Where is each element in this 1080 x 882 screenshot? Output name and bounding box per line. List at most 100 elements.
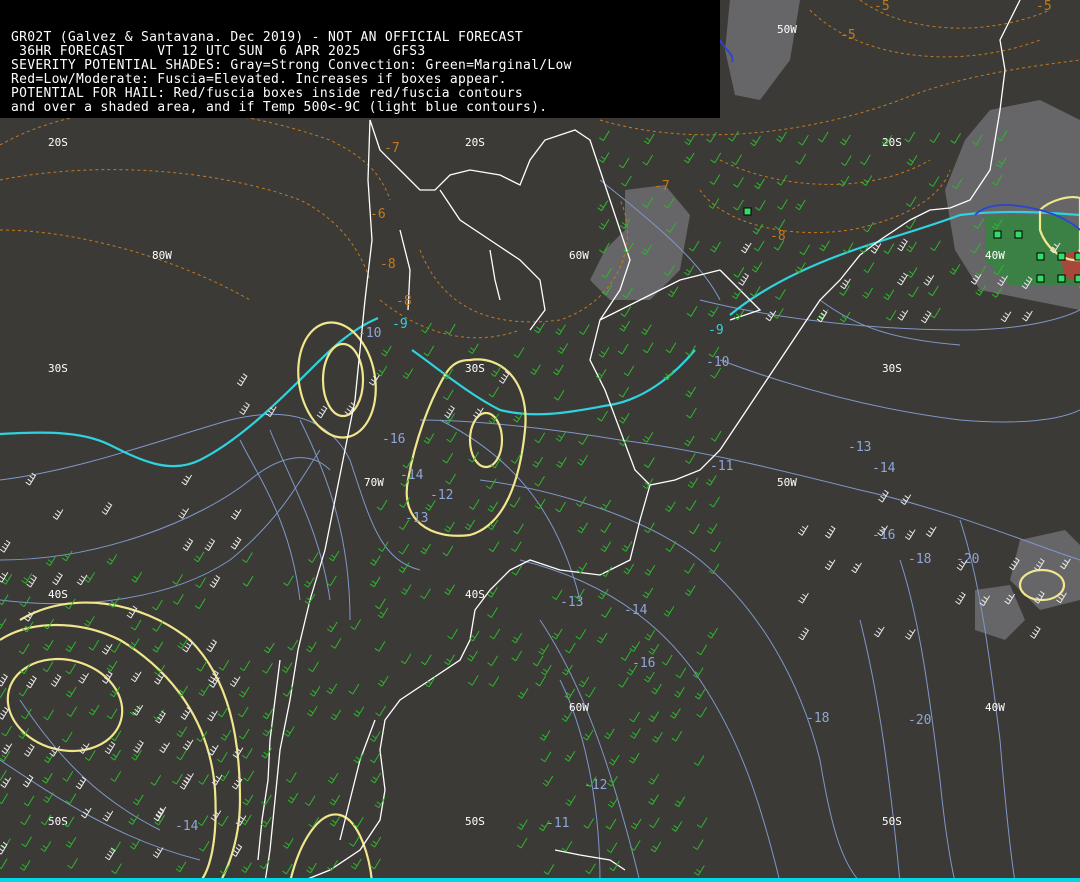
- orange-label: -5: [1036, 0, 1052, 14]
- wind-barb: [798, 592, 809, 604]
- wind-barb: [885, 309, 897, 321]
- wind-barb: [62, 771, 74, 782]
- wind-barb: [618, 677, 629, 688]
- wind-barb: [575, 628, 587, 640]
- wind-barb: [377, 607, 389, 619]
- wind-barb: [150, 775, 162, 786]
- wind-barb: [282, 863, 293, 875]
- wind-barb: [442, 452, 454, 464]
- wind-barb: [553, 389, 565, 401]
- wind-barb: [110, 771, 122, 782]
- temp-label: -18: [806, 711, 829, 726]
- wind-barb: [599, 130, 610, 142]
- wind-barb: [423, 345, 435, 357]
- wind-barb: [207, 744, 219, 756]
- wind-barb: [316, 405, 328, 419]
- wind-barb: [775, 289, 786, 300]
- wind-barb: [242, 575, 254, 587]
- wind-barb: [240, 814, 252, 826]
- temp-label: -14: [175, 819, 199, 834]
- wind-barb: [751, 261, 763, 273]
- wind-barb: [643, 457, 655, 468]
- wind-barb: [683, 152, 695, 164]
- wind-barb: [585, 863, 596, 874]
- wind-barb: [578, 434, 589, 445]
- grid-label: 50W: [777, 476, 797, 489]
- wind-barb: [489, 628, 501, 640]
- wind-barb: [237, 706, 249, 718]
- wind-barb: [182, 538, 194, 551]
- wind-barb: [693, 755, 705, 766]
- wind-barb: [565, 795, 576, 807]
- wind-barb: [838, 176, 850, 187]
- grid-label: 50S: [48, 815, 68, 828]
- wind-barb: [377, 675, 389, 687]
- wind-barb: [688, 523, 700, 535]
- cyan-label: -9: [392, 317, 408, 332]
- wind-barb: [629, 641, 641, 652]
- wind-barb: [923, 275, 935, 286]
- wind-barb: [511, 632, 523, 644]
- wind-barb: [577, 454, 588, 466]
- orange-label: -5: [840, 28, 856, 43]
- wind-barb: [402, 368, 414, 379]
- header-line: and over a shaded area, and if Temp 500<…: [11, 100, 548, 115]
- wind-barb: [950, 133, 962, 144]
- wind-barb: [106, 708, 118, 720]
- wind-barb: [618, 386, 630, 398]
- grid-labels: 20S 20S 20S80W 60W 40W30S 30S 30S70W 50W40S 40S6…: [48, 23, 1005, 828]
- wind-barb: [400, 584, 412, 595]
- wind-barb: [398, 543, 410, 555]
- wind-barb: [618, 412, 630, 424]
- wind-barb: [597, 200, 609, 212]
- wind-barb: [696, 706, 708, 718]
- wind-barb: [78, 672, 89, 684]
- wind-barb: [928, 176, 940, 187]
- header-line: SEVERITY POTENTIAL SHADES: Gray=Strong C…: [11, 58, 572, 73]
- temp-label: -14: [624, 603, 648, 618]
- wind-barb: [603, 728, 615, 740]
- wind-barb: [128, 814, 139, 825]
- wind-barb: [375, 598, 386, 610]
- wind-barb: [129, 838, 141, 850]
- wind-barb: [840, 134, 851, 146]
- wind-barb: [840, 155, 852, 167]
- wind-barb: [182, 739, 194, 751]
- wind-barb: [644, 565, 656, 576]
- wind-barb: [43, 709, 54, 721]
- wind-barb: [20, 814, 31, 826]
- wind-barb: [543, 864, 555, 875]
- wind-barb: [706, 523, 718, 534]
- header-line: GR02T (Galvez & Santavana. Dec 2019) - N…: [11, 30, 523, 45]
- wind-barb: [930, 307, 941, 319]
- wind-barb: [873, 626, 885, 638]
- wind-barb: [376, 365, 388, 377]
- wind-barb: [172, 574, 184, 585]
- wind-barb: [561, 840, 573, 852]
- wind-barb: [329, 794, 341, 806]
- wind-barb: [675, 667, 687, 679]
- wind-barb: [540, 664, 552, 676]
- wind-barb: [908, 286, 919, 298]
- wind-barb: [370, 772, 382, 784]
- wind-barb: [368, 374, 380, 386]
- grid-label: 50W: [777, 23, 797, 36]
- wind-barb: [696, 644, 708, 656]
- wind-barb: [618, 157, 630, 169]
- marker: [1057, 252, 1066, 261]
- marker: [1057, 274, 1066, 283]
- wind-barb: [564, 750, 576, 762]
- wind-barb: [104, 847, 116, 861]
- wind-barb: [159, 742, 170, 754]
- wind-barb: [283, 575, 294, 587]
- wind-barb: [216, 751, 228, 763]
- wind-barb: [817, 131, 829, 143]
- wind-barb: [198, 774, 209, 785]
- wind-barb: [19, 596, 31, 608]
- wind-barb: [65, 641, 77, 653]
- wind-barb: [797, 525, 809, 536]
- header-line: 36HR FORECAST VT 12 UTC SUN 6 APR 2025 G…: [11, 44, 426, 59]
- wind-barb: [754, 200, 766, 211]
- wind-barb: [66, 706, 78, 717]
- wind-barb: [795, 199, 806, 211]
